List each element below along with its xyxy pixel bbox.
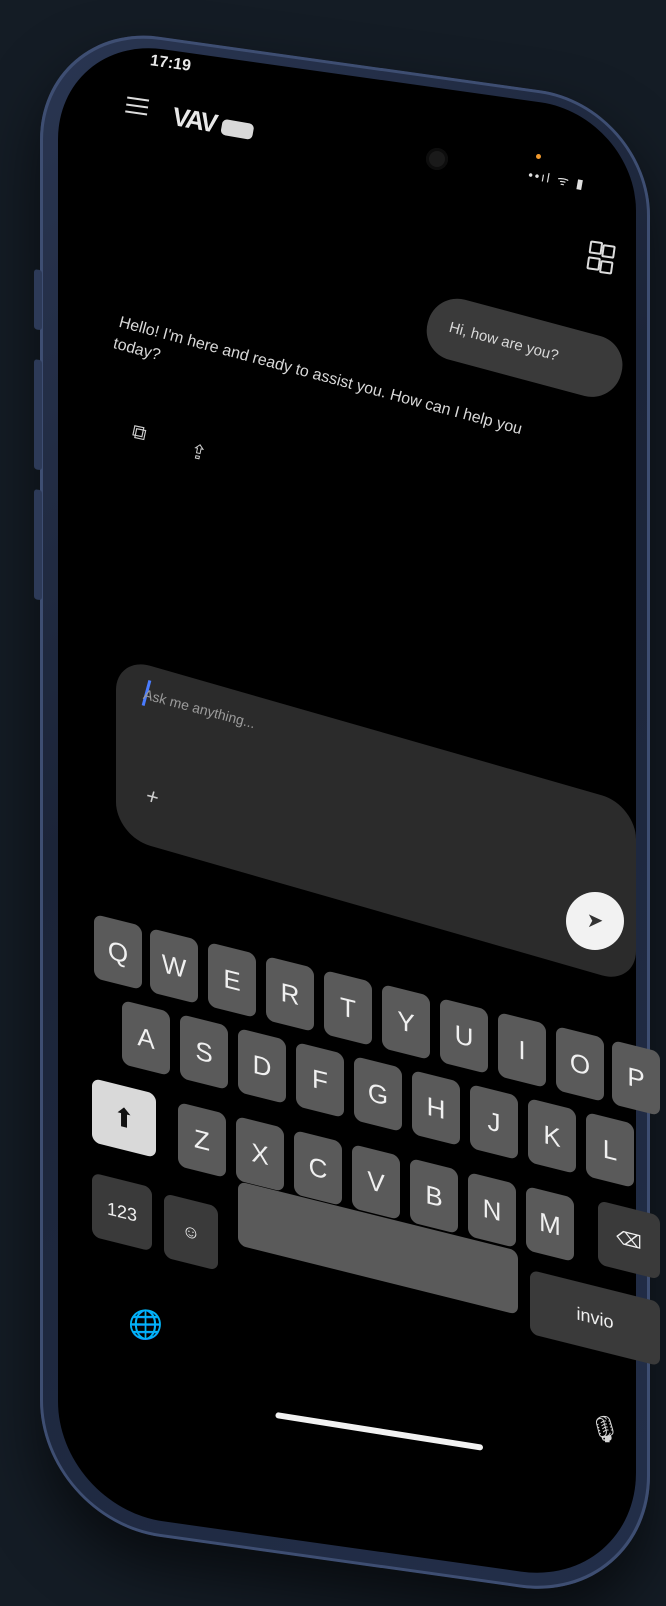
- key-h[interactable]: H: [412, 1070, 460, 1146]
- key-c[interactable]: C: [294, 1130, 342, 1206]
- home-indicator[interactable]: [275, 1412, 484, 1451]
- key-j[interactable]: J: [470, 1084, 518, 1160]
- key-f[interactable]: F: [296, 1042, 344, 1118]
- key-m[interactable]: M: [526, 1186, 574, 1262]
- key-a[interactable]: A: [122, 1000, 170, 1076]
- screen-content: 17:19 ••ıl ᯤ ▮ VAV Hi, how are you? Hell…: [0, 0, 666, 1538]
- key-t[interactable]: T: [324, 970, 372, 1046]
- return-key[interactable]: invio: [530, 1269, 660, 1367]
- key-r[interactable]: R: [266, 956, 314, 1032]
- front-camera: [426, 148, 448, 170]
- share-icon[interactable]: ⇪: [188, 439, 210, 467]
- keyboard: Q W E R T Y U I O P A S D F G H J K L ⬆ …: [90, 890, 660, 1410]
- logo-badge: [219, 118, 255, 141]
- key-y[interactable]: Y: [382, 984, 430, 1060]
- key-o[interactable]: O: [556, 1026, 604, 1102]
- delete-key[interactable]: ⌫: [598, 1200, 660, 1280]
- app-logo: VAV: [170, 101, 256, 146]
- privacy-indicator: [536, 154, 541, 159]
- apps-grid-icon[interactable]: [586, 240, 616, 275]
- microphone-icon[interactable]: 🎙: [588, 1414, 621, 1445]
- globe-icon[interactable]: 🌐: [128, 1308, 163, 1341]
- key-b[interactable]: B: [410, 1158, 458, 1234]
- key-n[interactable]: N: [468, 1172, 516, 1248]
- key-d[interactable]: D: [238, 1028, 286, 1104]
- key-i[interactable]: I: [498, 1012, 546, 1088]
- emoji-key[interactable]: ☺: [164, 1193, 218, 1271]
- key-s[interactable]: S: [180, 1014, 228, 1090]
- key-l[interactable]: L: [586, 1112, 634, 1188]
- key-z[interactable]: Z: [178, 1102, 226, 1178]
- user-message-bubble: Hi, how are you?: [419, 292, 630, 404]
- numbers-key[interactable]: 123: [92, 1172, 152, 1252]
- status-icons: ••ıl ᯤ ▮: [527, 167, 587, 192]
- key-g[interactable]: G: [354, 1056, 402, 1132]
- key-e[interactable]: E: [208, 942, 256, 1018]
- shift-key[interactable]: ⬆: [92, 1078, 156, 1158]
- key-v[interactable]: V: [352, 1144, 400, 1220]
- copy-icon[interactable]: ⧉: [130, 421, 149, 446]
- logo-text: VAV: [170, 101, 219, 139]
- key-w[interactable]: W: [150, 928, 198, 1004]
- key-u[interactable]: U: [440, 998, 488, 1074]
- status-time: 17:19: [149, 52, 192, 75]
- menu-icon[interactable]: [125, 96, 150, 118]
- key-x[interactable]: X: [236, 1116, 284, 1192]
- key-q[interactable]: Q: [94, 914, 142, 990]
- key-k[interactable]: K: [528, 1098, 576, 1174]
- key-p[interactable]: P: [612, 1040, 660, 1116]
